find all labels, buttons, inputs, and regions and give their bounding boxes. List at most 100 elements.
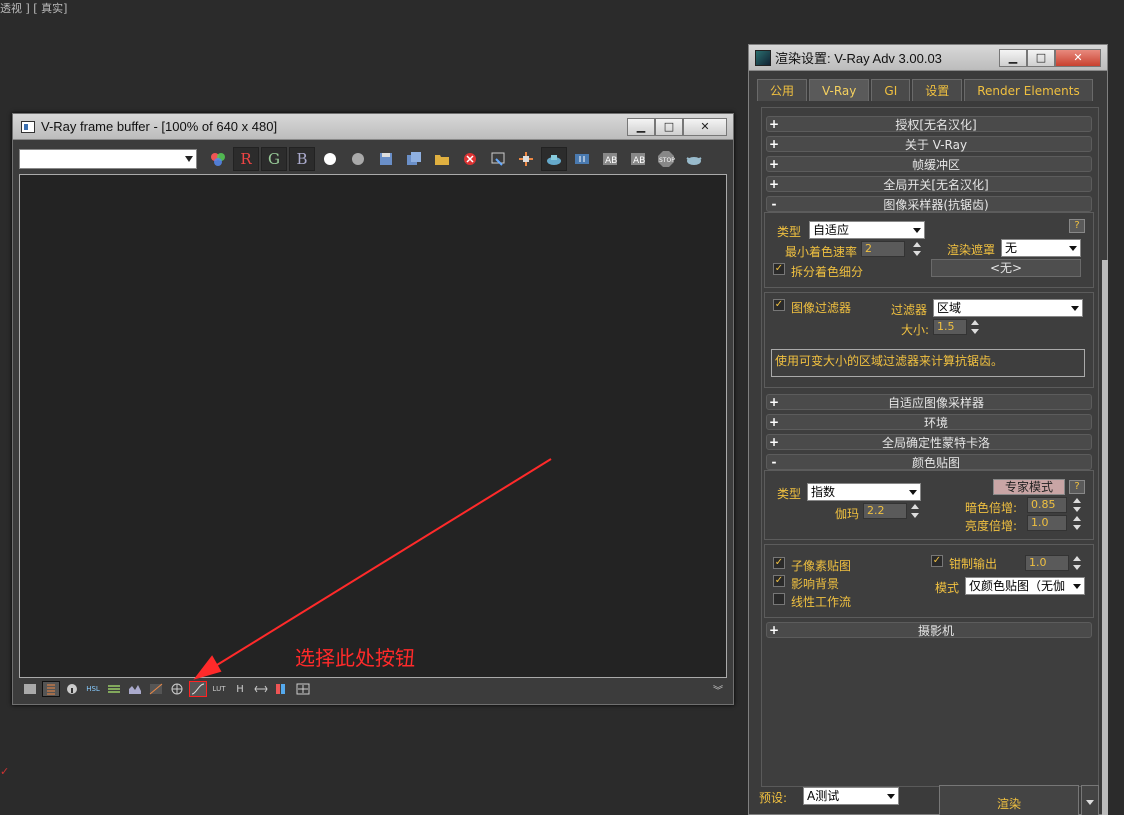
maximize-button[interactable]: □ <box>1027 48 1055 67</box>
monochrome-icon[interactable] <box>345 147 371 171</box>
blue-channel-button[interactable]: B <box>289 147 315 171</box>
none-mask-button[interactable]: <无> <box>931 259 1081 277</box>
cm-help-button[interactable]: ? <box>1069 480 1085 494</box>
sampler-help-button[interactable]: ? <box>1069 219 1085 233</box>
gamma-spinner[interactable]: 2.2 <box>863 503 907 519</box>
rollout-about[interactable]: + 关于 V-Ray <box>766 136 1092 152</box>
viewport-label: 透视 ] [ 真实] <box>0 2 68 15</box>
dark-mult-spinner[interactable]: 0.85 <box>1027 497 1067 513</box>
preset-label: 预设: <box>759 791 788 805</box>
rollout-global-switches[interactable]: + 全局开关[无名汉化] <box>766 176 1092 192</box>
expand-chevron-icon[interactable]: ︾ <box>709 681 727 697</box>
exposure-icon[interactable] <box>168 681 186 697</box>
hue-icon[interactable]: H <box>231 681 249 697</box>
frame-buffer-window: V-Ray frame buffer - [100% of 640 x 480]… <box>12 113 734 705</box>
tab-render-elements[interactable]: Render Elements <box>964 79 1093 101</box>
stop-render-icon[interactable]: STOP <box>653 147 679 171</box>
levels-icon[interactable] <box>105 681 123 697</box>
render-canvas[interactable] <box>19 174 727 678</box>
rollout-dmc[interactable]: + 全局确定性蒙特卡洛 <box>766 434 1092 450</box>
display-correction-icon[interactable] <box>21 681 39 697</box>
spinner-arrows-icon[interactable] <box>911 503 919 519</box>
spinner-arrows-icon[interactable] <box>913 241 921 257</box>
color-mapping-group: 类型 指数 专家模式 ? 伽玛 2.2 暗色倍增: 0.85 亮度倍增: 1.0 <box>764 470 1094 540</box>
preset-dropdown[interactable]: A测试 <box>803 787 899 805</box>
tab-settings[interactable]: 设置 <box>912 79 963 101</box>
ab-compare-icon[interactable]: AB <box>597 147 623 171</box>
clear-image-icon[interactable] <box>457 147 483 171</box>
bright-mult-spinner[interactable]: 1.0 <box>1027 515 1067 531</box>
render-settings-titlebar[interactable]: 渲染设置: V-Ray Adv 3.00.03 ▁ □ ✕ <box>749 45 1107 71</box>
info-icon[interactable] <box>63 681 81 697</box>
track-mouse-icon[interactable] <box>513 147 539 171</box>
sampler-type-dropdown[interactable]: 自适应 <box>809 221 925 239</box>
panel-scrollbar[interactable] <box>1102 260 1108 815</box>
spinner-arrows-icon[interactable] <box>1073 555 1081 571</box>
color-channels-icon[interactable] <box>205 147 231 171</box>
ab-split-icon[interactable]: AB <box>625 147 651 171</box>
mode-label: 模式 <box>935 581 960 595</box>
min-shading-label: 最小着色速率 <box>785 245 858 259</box>
rollout-license[interactable]: + 授权[无名汉化] <box>766 116 1092 132</box>
lens-effects-icon[interactable] <box>294 681 312 697</box>
image-filter-checkbox[interactable]: ✓ <box>773 299 785 311</box>
minimize-button[interactable]: ▁ <box>627 117 655 136</box>
spinner-arrows-icon[interactable] <box>1073 497 1081 513</box>
load-image-icon[interactable] <box>429 147 455 171</box>
rollout-frame-buffer[interactable]: + 帧缓冲区 <box>766 156 1092 172</box>
color-correction-curve-icon[interactable] <box>189 681 207 697</box>
red-channel-button[interactable]: R <box>233 147 259 171</box>
affect-bg-checkbox[interactable]: ✓ <box>773 575 785 587</box>
green-channel-button[interactable]: G <box>261 147 287 171</box>
clamp-checkbox[interactable]: ✓ <box>931 555 943 567</box>
rollout-image-sampler[interactable]: - 图像采样器(抗锯齿) <box>766 196 1092 212</box>
filter-size-spinner[interactable]: 1.5 <box>933 319 967 335</box>
subpixel-checkbox[interactable]: ✓ <box>773 557 785 569</box>
save-all-icon[interactable] <box>401 147 427 171</box>
min-shading-spinner[interactable]: 2 <box>861 241 905 257</box>
rollout-color-mapping[interactable]: - 颜色贴图 <box>766 454 1092 470</box>
spinner-arrows-icon[interactable] <box>1073 515 1081 531</box>
tab-common[interactable]: 公用 <box>757 79 808 101</box>
render-settings-window: 渲染设置: V-Ray Adv 3.00.03 ▁ □ ✕ 公用 V-Ray G… <box>748 44 1108 815</box>
history-icon[interactable] <box>42 681 60 697</box>
clamp-spinner[interactable]: 1.0 <box>1025 555 1069 571</box>
tab-gi[interactable]: GI <box>871 79 911 101</box>
expert-mode-button[interactable]: 专家模式 <box>993 479 1065 495</box>
close-button[interactable]: ✕ <box>683 117 727 136</box>
render-teapot-icon[interactable] <box>681 147 707 171</box>
hsl-icon[interactable]: HSL <box>84 681 102 697</box>
linear-workflow-checkbox[interactable] <box>773 593 785 605</box>
frame-buffer-titlebar[interactable]: V-Ray frame buffer - [100% of 640 x 480]… <box>13 114 733 140</box>
rollout-environment[interactable]: + 环境 <box>766 414 1092 430</box>
filter-size-label: 大小: <box>901 323 930 337</box>
rollout-adaptive-sampler[interactable]: + 自适应图像采样器 <box>766 394 1092 410</box>
region-render-icon[interactable] <box>569 147 595 171</box>
maximize-button[interactable]: □ <box>655 117 683 136</box>
mode-dropdown[interactable]: 仅颜色贴图（无伽 <box>965 577 1085 595</box>
curve-icon[interactable] <box>147 681 165 697</box>
alpha-channel-icon[interactable] <box>317 147 343 171</box>
render-button[interactable]: 渲染 <box>939 785 1079 815</box>
cm-type-dropdown[interactable]: 指数 <box>807 483 921 501</box>
tab-vray[interactable]: V-Ray <box>809 79 870 101</box>
image-filter-group: ✓ 图像过滤器 过滤器 区域 大小: 1.5 使用可变大小的区域过滤器来计算抗锯… <box>764 292 1094 388</box>
render-options-button[interactable] <box>1081 785 1099 815</box>
minimize-button[interactable]: ▁ <box>999 48 1027 67</box>
filter-dropdown[interactable]: 区域 <box>933 299 1083 317</box>
close-button[interactable]: ✕ <box>1055 48 1101 67</box>
duplicate-to-max-icon[interactable] <box>485 147 511 171</box>
compare-icon[interactable] <box>252 681 270 697</box>
color-mapping-options-group: ✓ 子像素贴图 ✓ 钳制输出 1.0 ✓ 影响背景 线性工作流 模式 仅颜色贴图… <box>764 544 1094 618</box>
render-mask-dropdown[interactable]: 无 <box>1001 239 1081 257</box>
rollout-camera[interactable]: + 摄影机 <box>766 622 1092 638</box>
divide-shading-checkbox[interactable]: ✓ <box>773 263 785 275</box>
svg-text:AB: AB <box>605 156 617 166</box>
histogram-icon[interactable] <box>126 681 144 697</box>
channel-dropdown[interactable] <box>19 149 197 169</box>
spinner-arrows-icon[interactable] <box>971 319 979 335</box>
render-last-icon[interactable] <box>541 147 567 171</box>
ocio-icon[interactable] <box>273 681 291 697</box>
save-image-icon[interactable] <box>373 147 399 171</box>
lut-icon[interactable]: LUT <box>210 681 228 697</box>
